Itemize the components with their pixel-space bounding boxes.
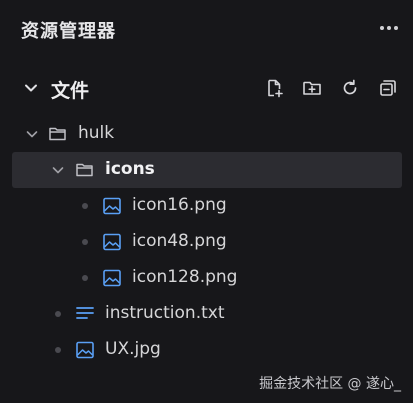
new-file-button[interactable] xyxy=(259,76,289,100)
image-file-icon xyxy=(103,269,121,287)
files-section-title: 文件 xyxy=(51,80,90,102)
collapse-icon xyxy=(380,80,396,96)
tree-item-icon16[interactable]: icon16.png xyxy=(12,188,402,224)
tree-item-label: icon16.png xyxy=(132,195,227,215)
tree-item-hulk[interactable]: hulk xyxy=(12,116,402,152)
tree-indent-dot xyxy=(55,311,61,317)
collapse-all-button[interactable] xyxy=(373,76,403,100)
refresh-icon xyxy=(343,79,357,95)
files-section-header[interactable]: 文件 xyxy=(0,70,413,106)
tree-item-icons[interactable]: icons xyxy=(12,152,402,188)
more-actions-button[interactable] xyxy=(377,16,401,40)
tree-indent-dot xyxy=(82,203,88,209)
chevron-down-icon xyxy=(25,84,37,92)
tree-indent-dot xyxy=(82,275,88,281)
tree-item-instruction[interactable]: instruction.txt xyxy=(12,296,402,332)
image-file-icon xyxy=(103,197,121,215)
new-folder-icon xyxy=(303,81,321,95)
tree-indent-dot xyxy=(55,347,61,353)
tree-item-label: hulk xyxy=(78,123,115,143)
refresh-button[interactable] xyxy=(335,76,365,100)
chevron-down-icon xyxy=(52,167,64,174)
text-file-icon xyxy=(76,307,94,319)
tree-item-label: instruction.txt xyxy=(105,303,225,323)
tree-indent-dot xyxy=(82,239,88,245)
tree-item-label: icons xyxy=(105,159,155,179)
tree-item-icon128[interactable]: icon128.png xyxy=(12,260,402,296)
new-folder-button[interactable] xyxy=(297,76,327,100)
watermark-text: 掘金技术社区 @ 遂心_ xyxy=(259,376,401,392)
tree-item-icon48[interactable]: icon48.png xyxy=(12,224,402,260)
explorer-title: 资源管理器 xyxy=(21,21,116,42)
new-file-icon xyxy=(268,79,283,98)
explorer-header: 资源管理器 xyxy=(0,0,413,60)
folder-open-icon xyxy=(76,163,93,177)
image-file-icon xyxy=(103,233,121,251)
tree-item-label: icon48.png xyxy=(132,231,227,251)
chevron-down-icon xyxy=(26,131,38,138)
ellipsis-icon xyxy=(380,26,398,30)
tree-item-label: icon128.png xyxy=(132,267,238,287)
tree-item-label: UX.jpg xyxy=(105,339,161,359)
image-file-icon xyxy=(76,341,94,359)
explorer-toolbar xyxy=(259,76,403,100)
tree-item-ux[interactable]: UX.jpg xyxy=(12,332,402,368)
folder-open-icon xyxy=(49,127,66,141)
